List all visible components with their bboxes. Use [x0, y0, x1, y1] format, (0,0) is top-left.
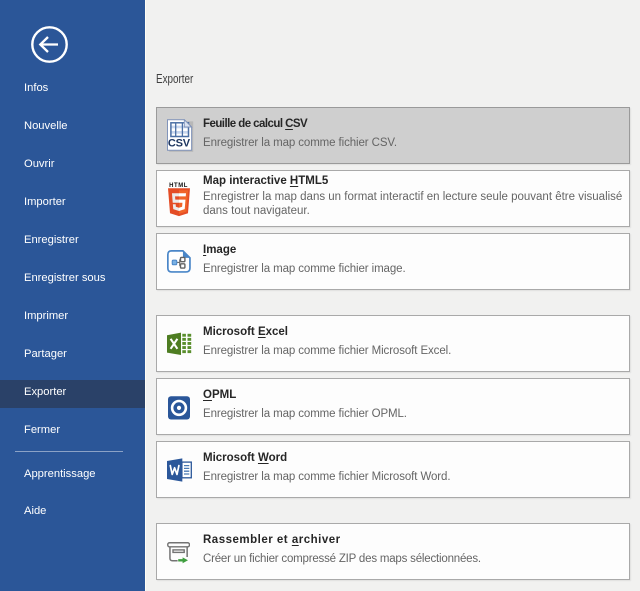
- svg-text:HTML: HTML: [169, 183, 188, 189]
- svg-text:CSV: CSV: [168, 137, 191, 149]
